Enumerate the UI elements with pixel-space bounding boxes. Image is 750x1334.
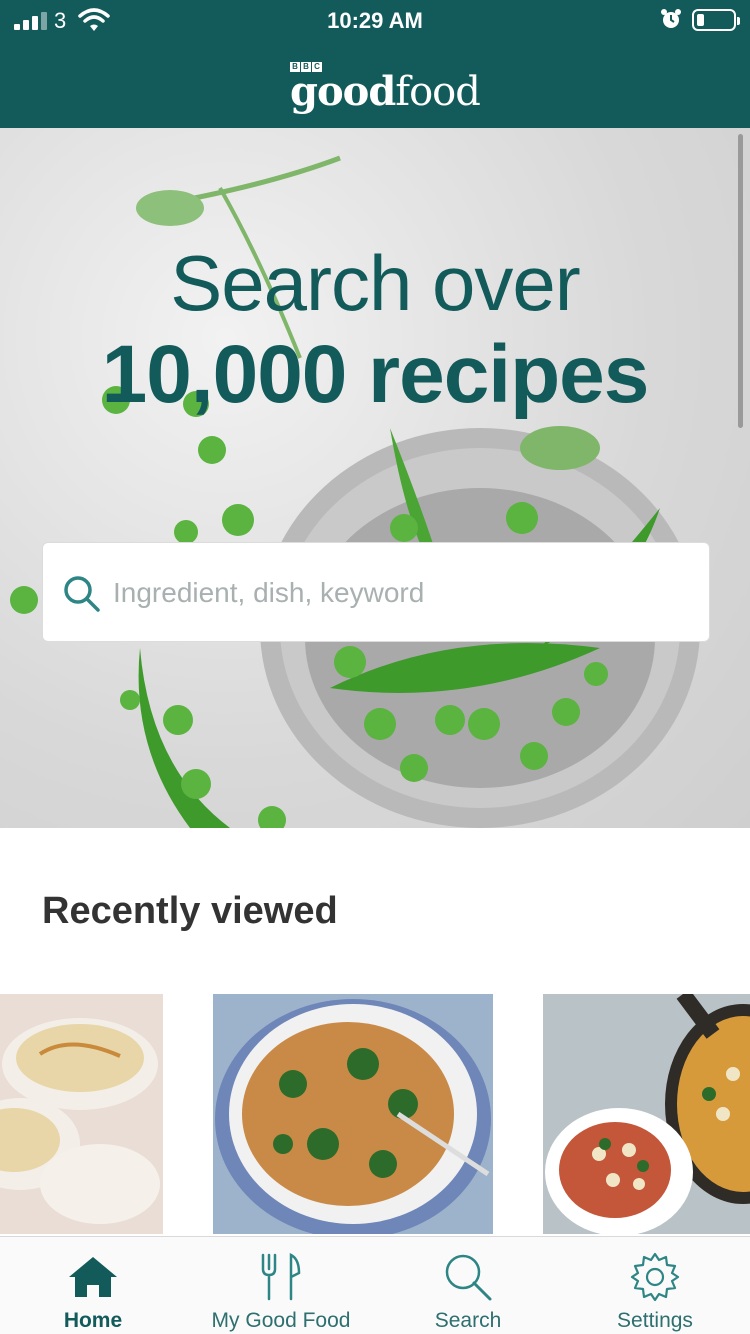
alarm-icon: [661, 9, 681, 28]
battery-icon: [692, 9, 740, 31]
recipe-search-box[interactable]: [42, 542, 710, 642]
recipe-image: [543, 994, 750, 1234]
search-icon: [64, 576, 100, 612]
tab-settings-label: Settings: [617, 1309, 693, 1332]
recipe-card-pasta-greens[interactable]: [213, 994, 493, 1234]
recipe-card-bean-stew[interactable]: [543, 994, 750, 1234]
hero-heading-line2: 10,000 recipes: [101, 329, 650, 420]
tab-settings[interactable]: Settings: [596, 1237, 714, 1334]
hero-banner: Search over 10,000 recipes: [0, 128, 750, 828]
tab-search-label: Search: [434, 1309, 502, 1332]
logo-wordmark: goodfood: [290, 68, 481, 115]
recently-viewed-heading: Recently viewed: [42, 890, 338, 932]
recipe-image: [0, 994, 163, 1234]
tab-my-good-food-label: My Good Food: [211, 1309, 351, 1332]
goodfood-logo: B B C goodfood: [0, 58, 750, 115]
recipe-card-noodle-soup[interactable]: [0, 994, 163, 1234]
status-time: 10:29 AM: [327, 8, 423, 33]
recipe-search-input[interactable]: [113, 569, 683, 617]
recipe-image: [213, 994, 493, 1234]
hero-heading-line1: Search over: [170, 239, 581, 327]
status-bar: 3 10:29 AM: [0, 0, 750, 40]
tab-search[interactable]: Search: [410, 1237, 526, 1334]
cutlery-icon: [261, 1252, 301, 1301]
tab-home-label: Home: [63, 1309, 123, 1332]
recently-viewed-carousel[interactable]: [0, 994, 750, 1234]
bottom-tab-bar: Home My Good Food Search Settings: [0, 1236, 750, 1334]
app-header: 3 10:29 AM B B C goodfood: [0, 0, 750, 128]
scroll-indicator[interactable]: [738, 134, 743, 428]
peas-background-image: [10, 155, 700, 828]
gear-icon: [630, 1252, 680, 1302]
home-icon: [69, 1257, 117, 1297]
tab-my-good-food[interactable]: My Good Food: [196, 1237, 366, 1334]
search-icon: [445, 1254, 492, 1301]
tab-home[interactable]: Home: [28, 1237, 158, 1334]
